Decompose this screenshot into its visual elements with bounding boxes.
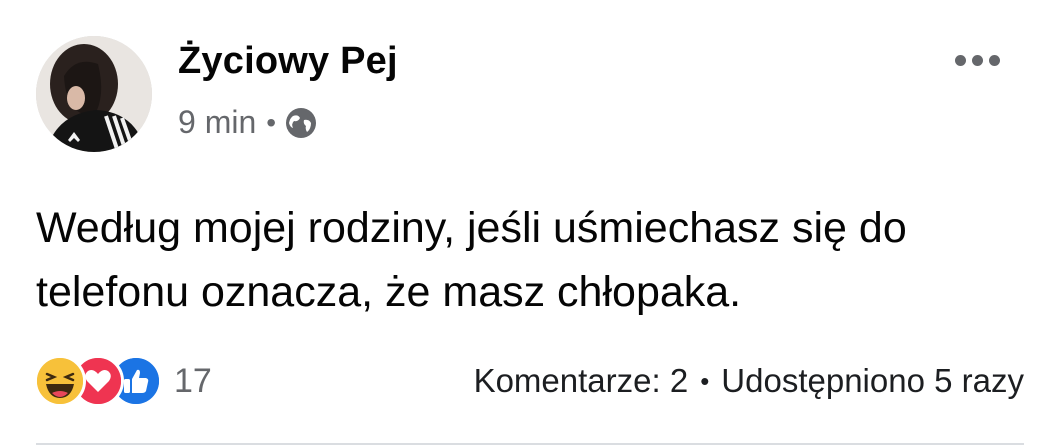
- haha-reaction-icon: [34, 355, 86, 407]
- globe-icon[interactable]: [284, 106, 318, 140]
- avatar-image: [36, 36, 152, 152]
- comments-count-link[interactable]: Komentarze: 2: [474, 362, 689, 400]
- post-text: Według mojej rodziny, jeśli uśmiechasz s…: [36, 204, 907, 316]
- author-name[interactable]: Życiowy Pej: [178, 40, 398, 83]
- stats-separator: •: [700, 365, 710, 396]
- reactions-summary[interactable]: 17: [34, 355, 212, 407]
- post-divider: [36, 443, 1024, 445]
- more-options-icon[interactable]: [955, 50, 1005, 70]
- facebook-post: Życiowy Pej 9 min • Według mojej rodziny…: [0, 0, 1060, 447]
- post-meta: 9 min •: [178, 104, 318, 141]
- shares-count-link[interactable]: Udostępniono 5 razy: [721, 362, 1024, 400]
- author-avatar[interactable]: [36, 36, 152, 152]
- reactions-count: 17: [174, 361, 212, 400]
- post-stats: Komentarze: 2 • Udostępniono 5 razy: [474, 362, 1024, 400]
- post-timestamp[interactable]: 9 min: [178, 104, 256, 141]
- meta-separator: •: [266, 106, 277, 138]
